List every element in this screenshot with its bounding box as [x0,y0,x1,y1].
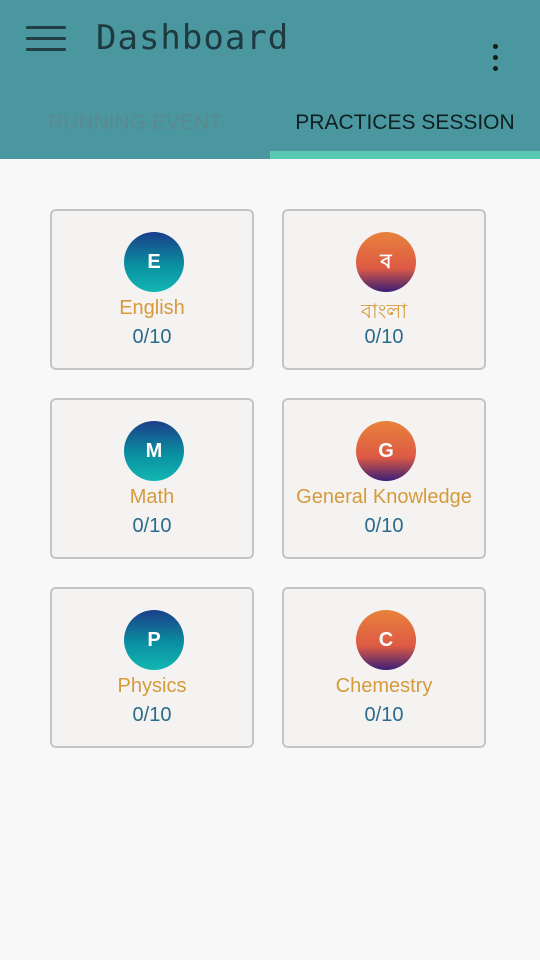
subject-avatar: G [356,421,416,481]
tab-running-event[interactable]: RUNNING EVENT [0,96,270,150]
subject-card-chemistry[interactable]: C Chemestry 0/10 [282,587,486,748]
subject-avatar: ব [356,232,416,292]
subject-name: General Knowledge [296,486,472,508]
subject-avatar: C [356,610,416,670]
tab-practices-session[interactable]: PRACTICES SESSION [270,96,540,150]
subject-avatar: P [124,610,184,670]
subject-avatar: E [124,232,184,292]
subject-avatar: M [124,421,184,481]
subject-card-english[interactable]: E English 0/10 [50,209,254,370]
subject-score: 0/10 [364,326,404,348]
subject-card-general-knowledge[interactable]: G General Knowledge 0/10 [282,398,486,559]
subject-score: 0/10 [364,704,404,726]
app-bar: Dashboard RUNNING EVENT PRACTICES SESSIO… [0,0,540,159]
subject-name: English [119,297,185,319]
tab-indicator [270,151,540,159]
more-vert-icon[interactable] [480,40,510,76]
page-title: Dashboard [96,18,290,58]
subject-score: 0/10 [132,326,172,348]
subject-score: 0/10 [364,515,404,537]
subject-name: Chemestry [335,675,433,697]
hamburger-menu-icon[interactable] [26,24,66,54]
subject-name: Physics [117,675,187,697]
subject-name: Math [129,486,175,508]
subject-score: 0/10 [132,515,172,537]
subject-score: 0/10 [132,704,172,726]
subject-card-bangla[interactable]: ব বাংলা 0/10 [282,209,486,370]
subject-card-physics[interactable]: P Physics 0/10 [50,587,254,748]
subject-card-math[interactable]: M Math 0/10 [50,398,254,559]
